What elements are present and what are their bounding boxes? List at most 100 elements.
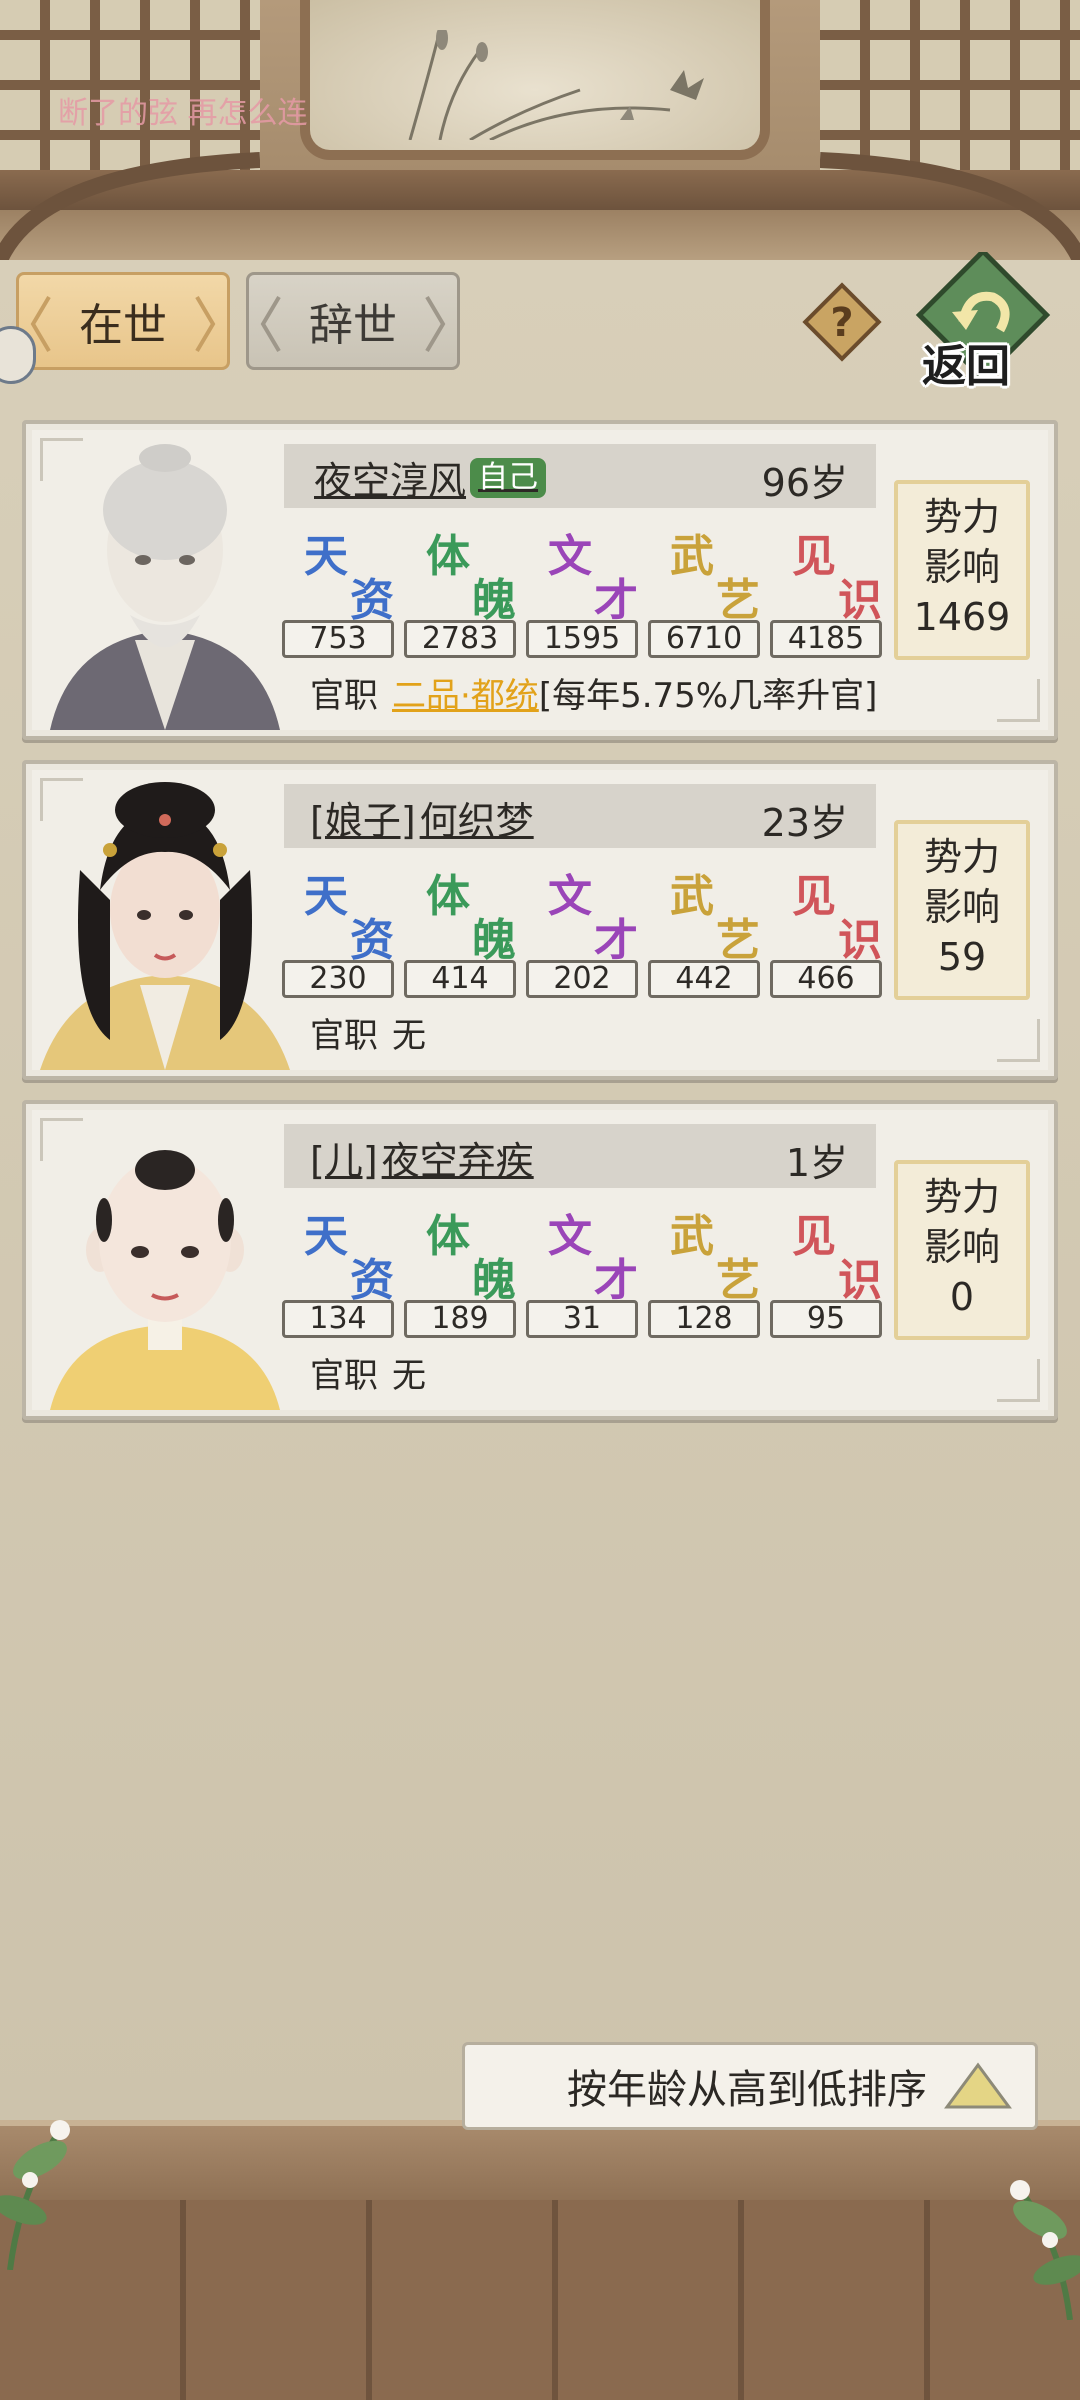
name-text: 夜空弃疾 xyxy=(381,1139,534,1183)
influence-value: 1469 xyxy=(913,595,1011,639)
influence-box: 势力 影响 1469 xyxy=(894,480,1030,660)
wife-portrait-avatar xyxy=(40,782,290,1070)
stat-value-physique: 2783 xyxy=(404,620,516,658)
influence-box: 势力 影响 59 xyxy=(894,820,1030,1000)
right-curve-decoration xyxy=(820,152,1080,260)
name-bar: [娘子] 何织梦 23岁 xyxy=(284,784,876,848)
wood-floor xyxy=(0,2200,1080,2400)
stat-label-talent: 天资 xyxy=(304,531,394,626)
orchid-painting-icon xyxy=(408,30,704,140)
person-age: 23岁 xyxy=(761,801,848,845)
ink-painting xyxy=(300,0,770,160)
sort-triangle-icon xyxy=(944,2062,1012,2109)
stat-value-literature: 202 xyxy=(526,960,638,998)
stat-value-physique: 189 xyxy=(404,1300,516,1338)
tab-alive[interactable]: 在世 xyxy=(16,272,230,370)
person-name[interactable]: [儿] 夜空弃疾 xyxy=(310,1130,534,1185)
stat-value-knowledge: 466 xyxy=(770,960,882,998)
stat-value-martial: 128 xyxy=(648,1300,760,1338)
svg-text:?: ? xyxy=(830,300,853,346)
stat-label-row: 天资 体魄 文才 武艺 见识 xyxy=(296,520,896,626)
back-button-label[interactable]: 返回 xyxy=(922,330,1010,394)
influence-label-1: 势力 xyxy=(923,835,1000,879)
stat-label-literature: 文才 xyxy=(548,531,638,626)
influence-label-2: 影响 xyxy=(923,1225,1000,1269)
stat-value-knowledge: 95 xyxy=(770,1300,882,1338)
person-card-son[interactable]: [儿] 夜空弃疾 1岁 天资 体魄 文才 武艺 见识 134 189 31 12… xyxy=(22,1100,1058,1420)
name-bar: 夜空淳风 自己 96岁 xyxy=(284,444,876,508)
stat-label-martial: 武艺 xyxy=(670,531,760,626)
person-age: 96岁 xyxy=(761,461,848,505)
tab-deceased[interactable]: 辞世 xyxy=(246,272,460,370)
office-label: 官职 xyxy=(310,1356,378,1396)
name-text: 夜空淳风 xyxy=(314,459,467,503)
office-line: 官职无 xyxy=(310,1348,426,1397)
elder-portrait-avatar xyxy=(50,444,280,730)
name-prefix: [儿] xyxy=(310,1139,378,1183)
person-card-self[interactable]: 夜空淳风 自己 96岁 天资 体魄 文才 武艺 见识 753 2783 1595… xyxy=(22,420,1058,740)
stat-value-talent: 230 xyxy=(282,960,394,998)
self-badge: 自己 xyxy=(470,457,547,498)
stat-label-row: 天资 体魄 文才 武艺 见识 xyxy=(296,860,896,966)
tab-alive-label: 在世 xyxy=(79,300,167,351)
stat-value-literature: 31 xyxy=(526,1300,638,1338)
tab-deceased-label: 辞世 xyxy=(309,300,397,351)
help-icon[interactable]: ? xyxy=(802,282,882,362)
stat-label-knowledge: 见识 xyxy=(792,1211,882,1306)
stat-label-physique: 体魄 xyxy=(426,871,516,966)
stat-label-literature: 文才 xyxy=(548,871,638,966)
wood-shelf xyxy=(0,2120,1080,2206)
person-name[interactable]: [娘子] 何织梦 xyxy=(310,790,534,845)
influence-label-2: 影响 xyxy=(923,545,1000,589)
influence-value: 59 xyxy=(937,935,987,979)
person-card-wife[interactable]: [娘子] 何织梦 23岁 天资 体魄 文才 武艺 见识 230 414 202 … xyxy=(22,760,1058,1080)
son-portrait-avatar xyxy=(50,1150,280,1410)
office-line: 官职无 xyxy=(310,1008,426,1057)
stat-label-martial: 武艺 xyxy=(670,1211,760,1306)
person-name[interactable]: 夜空淳风 自己 xyxy=(310,450,547,505)
person-age: 1岁 xyxy=(785,1141,848,1185)
office-label: 官职 xyxy=(310,676,378,716)
flower-plant-right-icon xyxy=(1010,2180,1080,2320)
stat-label-talent: 天资 xyxy=(304,871,394,966)
stat-value-literature: 1595 xyxy=(526,620,638,658)
stat-label-knowledge: 见识 xyxy=(792,531,882,626)
sort-button[interactable]: 按年龄从高到低排序 xyxy=(462,2042,1038,2130)
chevron-right-icon xyxy=(195,295,216,353)
stat-value-talent: 753 xyxy=(282,620,394,658)
window-frame-decoration: 断了的弦 再怎么连 xyxy=(0,0,1080,260)
stat-value-talent: 134 xyxy=(282,1300,394,1338)
name-text: 何织梦 xyxy=(419,799,534,843)
card-corner-decoration xyxy=(997,1359,1040,1402)
stat-label-literature: 文才 xyxy=(548,1211,638,1306)
stat-value-martial: 6710 xyxy=(648,620,760,658)
influence-value: 0 xyxy=(949,1275,975,1319)
influence-label-1: 势力 xyxy=(923,1175,1000,1219)
stat-value-knowledge: 4185 xyxy=(770,620,882,658)
stat-label-physique: 体魄 xyxy=(426,531,516,626)
office-note: 无 xyxy=(392,1016,426,1056)
office-note: 无 xyxy=(392,1356,426,1396)
stat-label-physique: 体魄 xyxy=(426,1211,516,1306)
name-bar: [儿] 夜空弃疾 1岁 xyxy=(284,1124,876,1188)
stat-value-martial: 442 xyxy=(648,960,760,998)
influence-label-2: 影响 xyxy=(923,885,1000,929)
left-curve-decoration xyxy=(0,152,260,260)
office-rank[interactable]: 二品·都统 xyxy=(392,676,539,716)
card-corner-decoration xyxy=(997,1019,1040,1062)
name-prefix: [娘子] xyxy=(310,799,416,843)
office-note: [每年5.75%几率升官] xyxy=(538,676,878,716)
card-corner-decoration xyxy=(997,679,1040,722)
office-label: 官职 xyxy=(310,1016,378,1056)
stat-label-talent: 天资 xyxy=(304,1211,394,1306)
office-line: 官职 二品·都统[每年5.75%几率升官] xyxy=(310,668,877,717)
influence-box: 势力 影响 0 xyxy=(894,1160,1030,1340)
stat-label-row: 天资 体魄 文才 武艺 见识 xyxy=(296,1200,896,1306)
influence-label-1: 势力 xyxy=(923,495,1000,539)
flower-plant-left-icon xyxy=(0,2120,70,2270)
stat-label-knowledge: 见识 xyxy=(792,871,882,966)
song-lyric-watermark: 断了的弦 再怎么连 xyxy=(58,96,308,131)
stat-value-physique: 414 xyxy=(404,960,516,998)
stat-label-martial: 武艺 xyxy=(670,871,760,966)
chevron-right-icon xyxy=(425,295,446,353)
